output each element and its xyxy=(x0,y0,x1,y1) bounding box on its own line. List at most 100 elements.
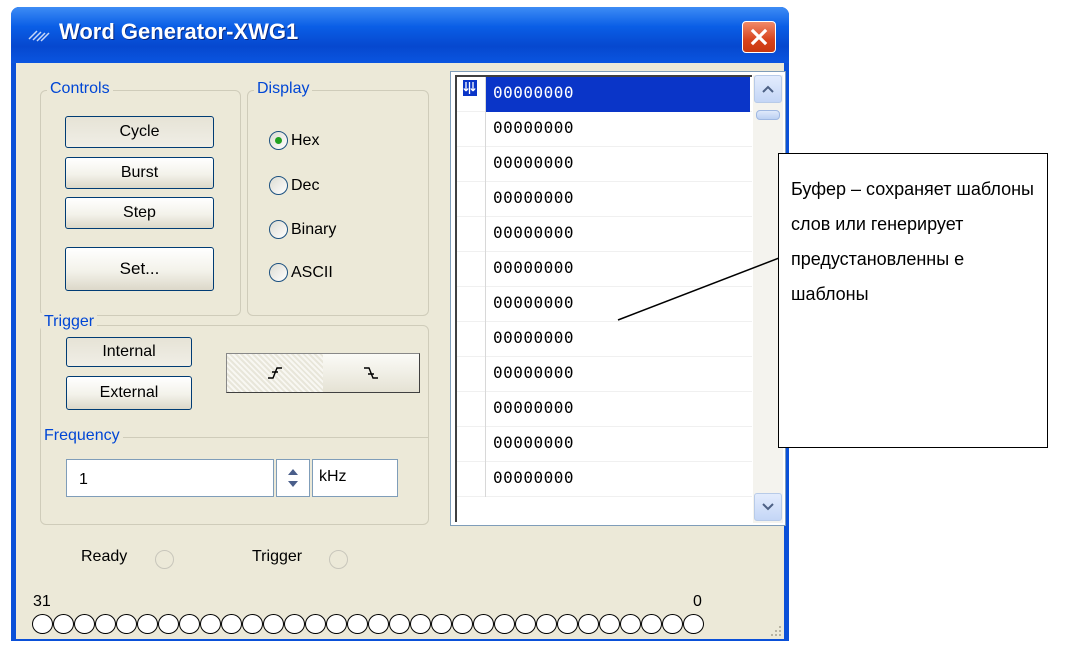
trigger-label: Trigger xyxy=(41,313,98,331)
buffer-value: 00000000 xyxy=(493,468,575,487)
trigger-status-label: Trigger xyxy=(252,548,303,565)
rising-edge-icon xyxy=(268,367,282,379)
radio-icon xyxy=(269,263,288,282)
buffer-panel: 00000000 00000000 00000000 00000000 0000… xyxy=(450,71,786,526)
spinner-arrows-icon xyxy=(288,469,298,487)
bit-indicator xyxy=(452,614,473,634)
falling-edge-button[interactable] xyxy=(323,354,419,392)
window-client-area: Controls Cycle Burst Step Set... Display… xyxy=(16,63,786,639)
bit-indicator xyxy=(515,614,536,634)
row-gutter xyxy=(457,112,486,147)
bit-indicator xyxy=(137,614,158,634)
scroll-thumb[interactable] xyxy=(756,110,780,120)
buffer-row[interactable]: 00000000 xyxy=(457,112,752,147)
cycle-button[interactable]: Cycle xyxy=(65,116,214,148)
buffer-value: 00000000 xyxy=(493,328,575,347)
buffer-value: 00000000 xyxy=(493,293,575,312)
buffer-row[interactable]: 00000000 xyxy=(457,357,752,392)
bit-indicators xyxy=(32,614,712,634)
bit-indicator xyxy=(536,614,557,634)
burst-button[interactable]: Burst xyxy=(65,157,214,189)
buffer-value: 00000000 xyxy=(493,118,575,137)
row-gutter xyxy=(457,357,486,392)
buffer-row[interactable]: 00000000 xyxy=(457,147,752,182)
bit-indicator xyxy=(74,614,95,634)
radio-selected-icon xyxy=(269,131,288,150)
buffer-row[interactable]: 00000000 xyxy=(457,252,752,287)
display-option-binary[interactable]: Binary xyxy=(269,220,336,239)
frequency-label: Frequency xyxy=(41,427,123,445)
row-gutter xyxy=(457,252,486,287)
buffer-list[interactable]: 00000000 00000000 00000000 00000000 0000… xyxy=(455,75,752,522)
buffer-value: 00000000 xyxy=(493,83,575,102)
buffer-row[interactable]: 00000000 xyxy=(457,462,752,497)
falling-edge-icon xyxy=(364,367,378,379)
radio-icon xyxy=(269,176,288,195)
display-option-label: Dec xyxy=(291,176,320,194)
scroll-down-button[interactable] xyxy=(754,493,782,521)
trigger-internal-button[interactable]: Internal xyxy=(66,337,192,367)
buffer-value: 00000000 xyxy=(493,153,575,172)
frequency-spinner[interactable] xyxy=(276,459,310,497)
buffer-row[interactable]: 00000000 xyxy=(457,77,752,112)
display-option-dec[interactable]: Dec xyxy=(269,176,319,195)
trigger-indicator xyxy=(329,550,348,569)
word-generator-icon xyxy=(28,30,50,42)
buffer-row[interactable]: 00000000 xyxy=(457,287,752,322)
buffer-row[interactable]: 00000000 xyxy=(457,182,752,217)
close-button[interactable] xyxy=(742,21,776,53)
bit-indicator xyxy=(53,614,74,634)
step-button[interactable]: Step xyxy=(65,197,214,229)
buffer-value: 00000000 xyxy=(493,258,575,277)
row-gutter xyxy=(457,287,486,322)
bit-indicator xyxy=(494,614,515,634)
display-label: Display xyxy=(254,80,313,98)
bit-indicator xyxy=(326,614,347,634)
bit-indicator xyxy=(305,614,326,634)
buffer-row[interactable]: 00000000 xyxy=(457,392,752,427)
bit-indicator xyxy=(410,614,431,634)
row-gutter xyxy=(457,147,486,182)
display-option-label: Hex xyxy=(291,131,320,149)
bit-indicator xyxy=(641,614,662,634)
display-option-label: ASCII xyxy=(291,263,333,281)
buffer-value: 00000000 xyxy=(493,398,575,417)
buffer-row[interactable]: 00000000 xyxy=(457,322,752,357)
bit-indicator xyxy=(242,614,263,634)
controls-label: Controls xyxy=(47,80,113,98)
bit-indicator xyxy=(95,614,116,634)
buffer-row[interactable]: 00000000 xyxy=(457,427,752,462)
word-generator-window: Word Generator-XWG1 Controls Cycle Burst… xyxy=(11,7,789,641)
bit-indicator xyxy=(368,614,389,634)
bit-high-label: 31 xyxy=(33,593,51,610)
window-title: Word Generator-XWG1 xyxy=(59,19,299,44)
bit-indicator xyxy=(599,614,620,634)
title-bar[interactable]: Word Generator-XWG1 xyxy=(11,7,789,63)
bit-indicator xyxy=(389,614,410,634)
bit-indicator xyxy=(347,614,368,634)
row-gutter xyxy=(457,427,486,462)
row-gutter xyxy=(457,462,486,497)
rising-edge-button[interactable] xyxy=(227,354,323,392)
bit-indicator xyxy=(158,614,179,634)
trigger-external-button[interactable]: External xyxy=(66,376,192,410)
frequency-unit-select[interactable]: kHz xyxy=(312,459,398,497)
cursor-marker-icon xyxy=(463,80,477,96)
buffer-value: 00000000 xyxy=(493,188,575,207)
bit-indicator xyxy=(557,614,578,634)
resize-grip-icon[interactable] xyxy=(768,623,782,637)
bit-indicator xyxy=(620,614,641,634)
set-button[interactable]: Set... xyxy=(65,247,214,291)
bit-indicator xyxy=(200,614,221,634)
row-gutter xyxy=(457,182,486,217)
display-option-ascii[interactable]: ASCII xyxy=(269,263,333,282)
row-gutter xyxy=(457,322,486,357)
frequency-input[interactable]: 1 xyxy=(66,459,274,497)
scroll-up-button[interactable] xyxy=(754,75,782,103)
buffer-callout: Буфер – сохраняет шаблоны слов или генер… xyxy=(778,153,1048,448)
chevron-up-icon xyxy=(762,85,774,93)
display-option-hex[interactable]: Hex xyxy=(269,131,319,150)
bit-indicator xyxy=(116,614,137,634)
buffer-row[interactable]: 00000000 xyxy=(457,217,752,252)
buffer-value: 00000000 xyxy=(493,223,575,242)
